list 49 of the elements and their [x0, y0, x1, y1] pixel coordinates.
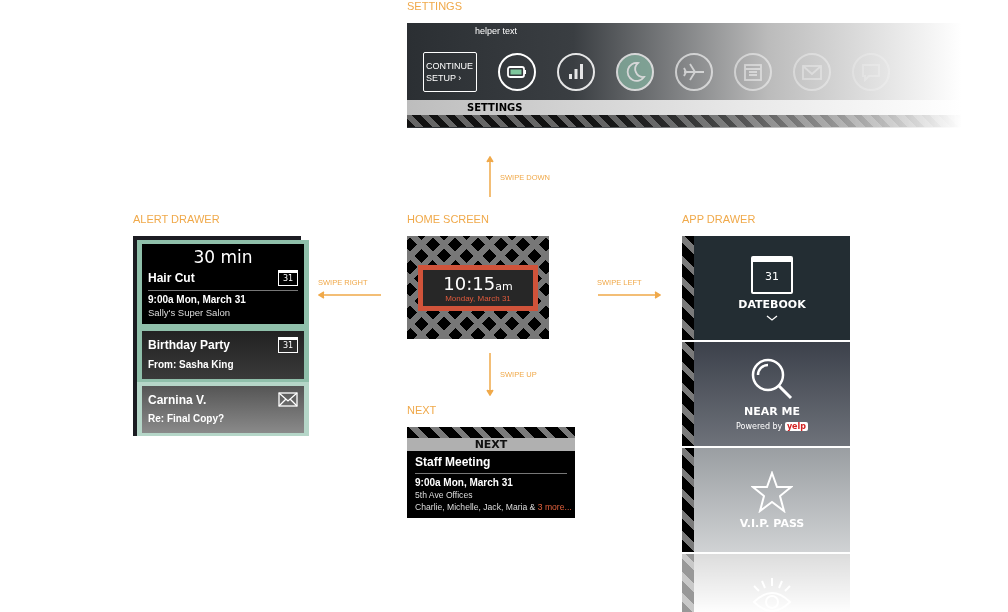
section-title: SETTINGS — [407, 0, 463, 13]
alert-title: Hair Cut — [148, 271, 195, 285]
calendar-toggle[interactable] — [734, 52, 772, 91]
moon-toggle[interactable] — [616, 52, 654, 91]
helper-text: helper text — [475, 26, 518, 36]
alert-subtitle: From: Sasha King — [148, 359, 235, 370]
airplane-toggle[interactable] — [675, 52, 713, 91]
section-title: NEXT — [407, 404, 438, 417]
event-place: 5th Ave Offices — [415, 490, 474, 500]
clock-date: Monday, March 31 — [444, 293, 512, 303]
down-arrow — [486, 352, 494, 396]
next-header: NEXT — [407, 438, 575, 451]
app-name: DATEBOOK — [738, 297, 806, 311]
countdown-text: 30 min — [192, 247, 254, 267]
clock-time: 10:15am — [442, 272, 514, 294]
up-arrow — [486, 156, 494, 198]
calendar-icon: 31 — [751, 255, 793, 294]
alert-time: 9:00a Mon, March 31 — [148, 294, 247, 305]
yelp-logo: yelp — [784, 422, 808, 431]
powered-by-text: Powered by — [736, 422, 783, 431]
battery-toggle[interactable] — [498, 52, 536, 91]
event-title: Staff Meeting — [415, 455, 492, 469]
section-title: HOME SCREEN — [407, 213, 490, 226]
alert-place: Sally's Super Salon — [148, 307, 232, 318]
left-arrow — [318, 291, 382, 299]
section-title: ALERT DRAWER — [133, 213, 221, 226]
event-time: 9:00a Mon, March 31 — [415, 477, 514, 488]
continue-setup-button[interactable]: CONTINUE SETUP › — [423, 51, 477, 92]
app-name: NEAR ME — [744, 405, 800, 418]
alert-title: Birthday Party — [148, 338, 231, 352]
calendar-icon: 31 — [278, 337, 298, 353]
mail-icon — [278, 392, 298, 407]
right-arrow — [597, 291, 661, 299]
section-title: APP DRAWER — [682, 213, 757, 226]
pattern-strip — [682, 554, 694, 612]
app-name: V.I.P. PASS — [739, 516, 805, 530]
more-link[interactable]: 3 more... — [537, 502, 572, 512]
star-icon — [751, 470, 793, 513]
event-attendees: Charlie, Michelle, Jack, Maria & — [415, 502, 536, 512]
app-tile[interactable] — [682, 554, 850, 612]
mail-toggle[interactable] — [793, 52, 831, 91]
calendar-icon: 31 — [278, 270, 298, 286]
alert-title: Carnina V. — [148, 392, 207, 407]
alert-card[interactable]: 30 min Hair Cut 31 9:00a Mon, March 31 Sally's Super Salon — [137, 240, 309, 327]
alert-card[interactable]: Carnina V. Re: Final Copy? — [137, 382, 309, 436]
alert-subtitle: Re: Final Copy? — [148, 413, 226, 424]
alert-card[interactable]: Birthday Party 31 From: Sasha King — [137, 327, 309, 382]
search-icon — [750, 357, 794, 401]
signal-toggle[interactable] — [557, 52, 595, 91]
